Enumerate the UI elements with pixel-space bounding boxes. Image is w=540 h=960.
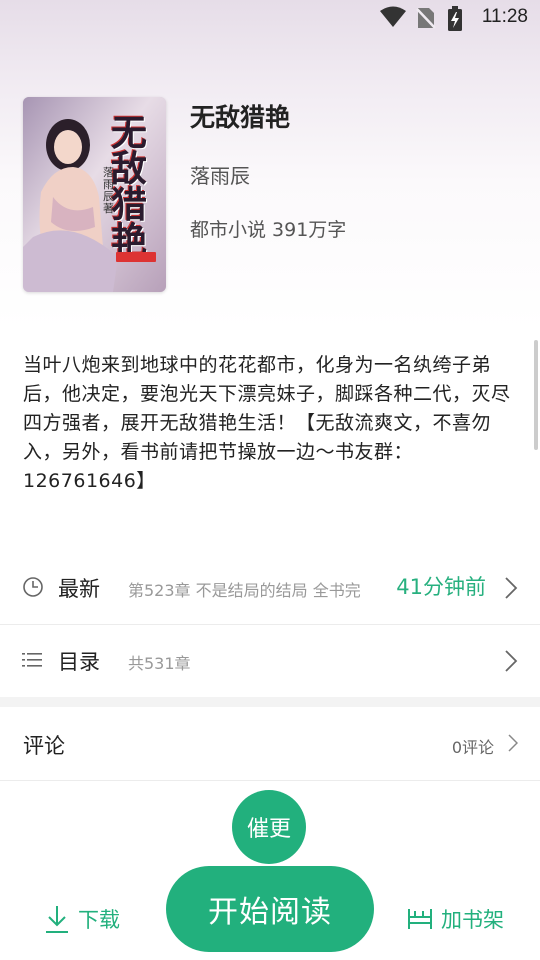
latest-update-time: 41分钟前 <box>396 575 486 599</box>
cover-publisher-logo <box>116 252 156 262</box>
cover-author: 落雨辰著 <box>103 166 114 215</box>
catalog-row[interactable]: 目录 共531章 <box>0 625 540 697</box>
download-icon <box>44 904 70 934</box>
latest-chapter-title: 第523章 不是结局的结局 全书完 <box>128 581 361 600</box>
add-to-shelf-label: 加书架 <box>441 908 504 932</box>
scrollbar[interactable] <box>534 340 538 450</box>
chevron-right-icon <box>504 576 518 604</box>
chevron-right-icon <box>504 649 518 677</box>
chevron-right-icon <box>508 734 519 756</box>
battery-charging-icon <box>447 6 463 36</box>
urge-update-button[interactable]: 催更 <box>232 790 306 864</box>
book-word-count: 391万字 <box>272 219 347 241</box>
book-synopsis[interactable]: 当叶八炮来到地球中的花花都市，化身为一名纨绔子弟后，他决定，要泡光天下漂亮妹子，… <box>23 351 515 496</box>
comments-label: 评论 <box>23 734 65 758</box>
comments-count: 0评论 <box>451 738 494 757</box>
start-reading-button[interactable]: 开始阅读 <box>166 866 374 952</box>
status-bar: 11:28 <box>0 0 540 36</box>
section-divider <box>0 697 540 707</box>
book-meta: 都市小说 391万字 <box>190 215 346 242</box>
synopsis-text: 当叶八炮来到地球中的花花都市，化身为一名纨绔子弟后，他决定，要泡光天下漂亮妹子，… <box>23 354 511 492</box>
book-title: 无敌猎艳 <box>190 103 291 132</box>
list-icon <box>22 652 42 672</box>
wifi-icon <box>380 6 406 32</box>
catalog-chapter-count: 共531章 <box>128 654 191 673</box>
divider <box>0 780 540 781</box>
comments-row[interactable]: 评论 0评论 <box>0 708 540 780</box>
book-author[interactable]: 落雨辰 <box>190 160 250 189</box>
download-button[interactable]: 下载 <box>44 902 120 936</box>
latest-label: 最新 <box>58 577 100 601</box>
book-genre: 都市小说 <box>190 219 267 241</box>
book-cover[interactable]: 无敌猎艳 落雨辰著 <box>23 97 166 292</box>
no-sim-icon <box>416 6 436 34</box>
catalog-label: 目录 <box>58 650 100 674</box>
add-to-shelf-button[interactable]: 加书架 <box>407 902 504 936</box>
status-time: 11:28 <box>481 6 528 27</box>
bookshelf-icon <box>407 907 433 931</box>
clock-icon <box>22 576 44 602</box>
latest-chapter-row[interactable]: 最新 第523章 不是结局的结局 全书完 41分钟前 <box>0 552 540 624</box>
download-label: 下载 <box>78 908 120 932</box>
